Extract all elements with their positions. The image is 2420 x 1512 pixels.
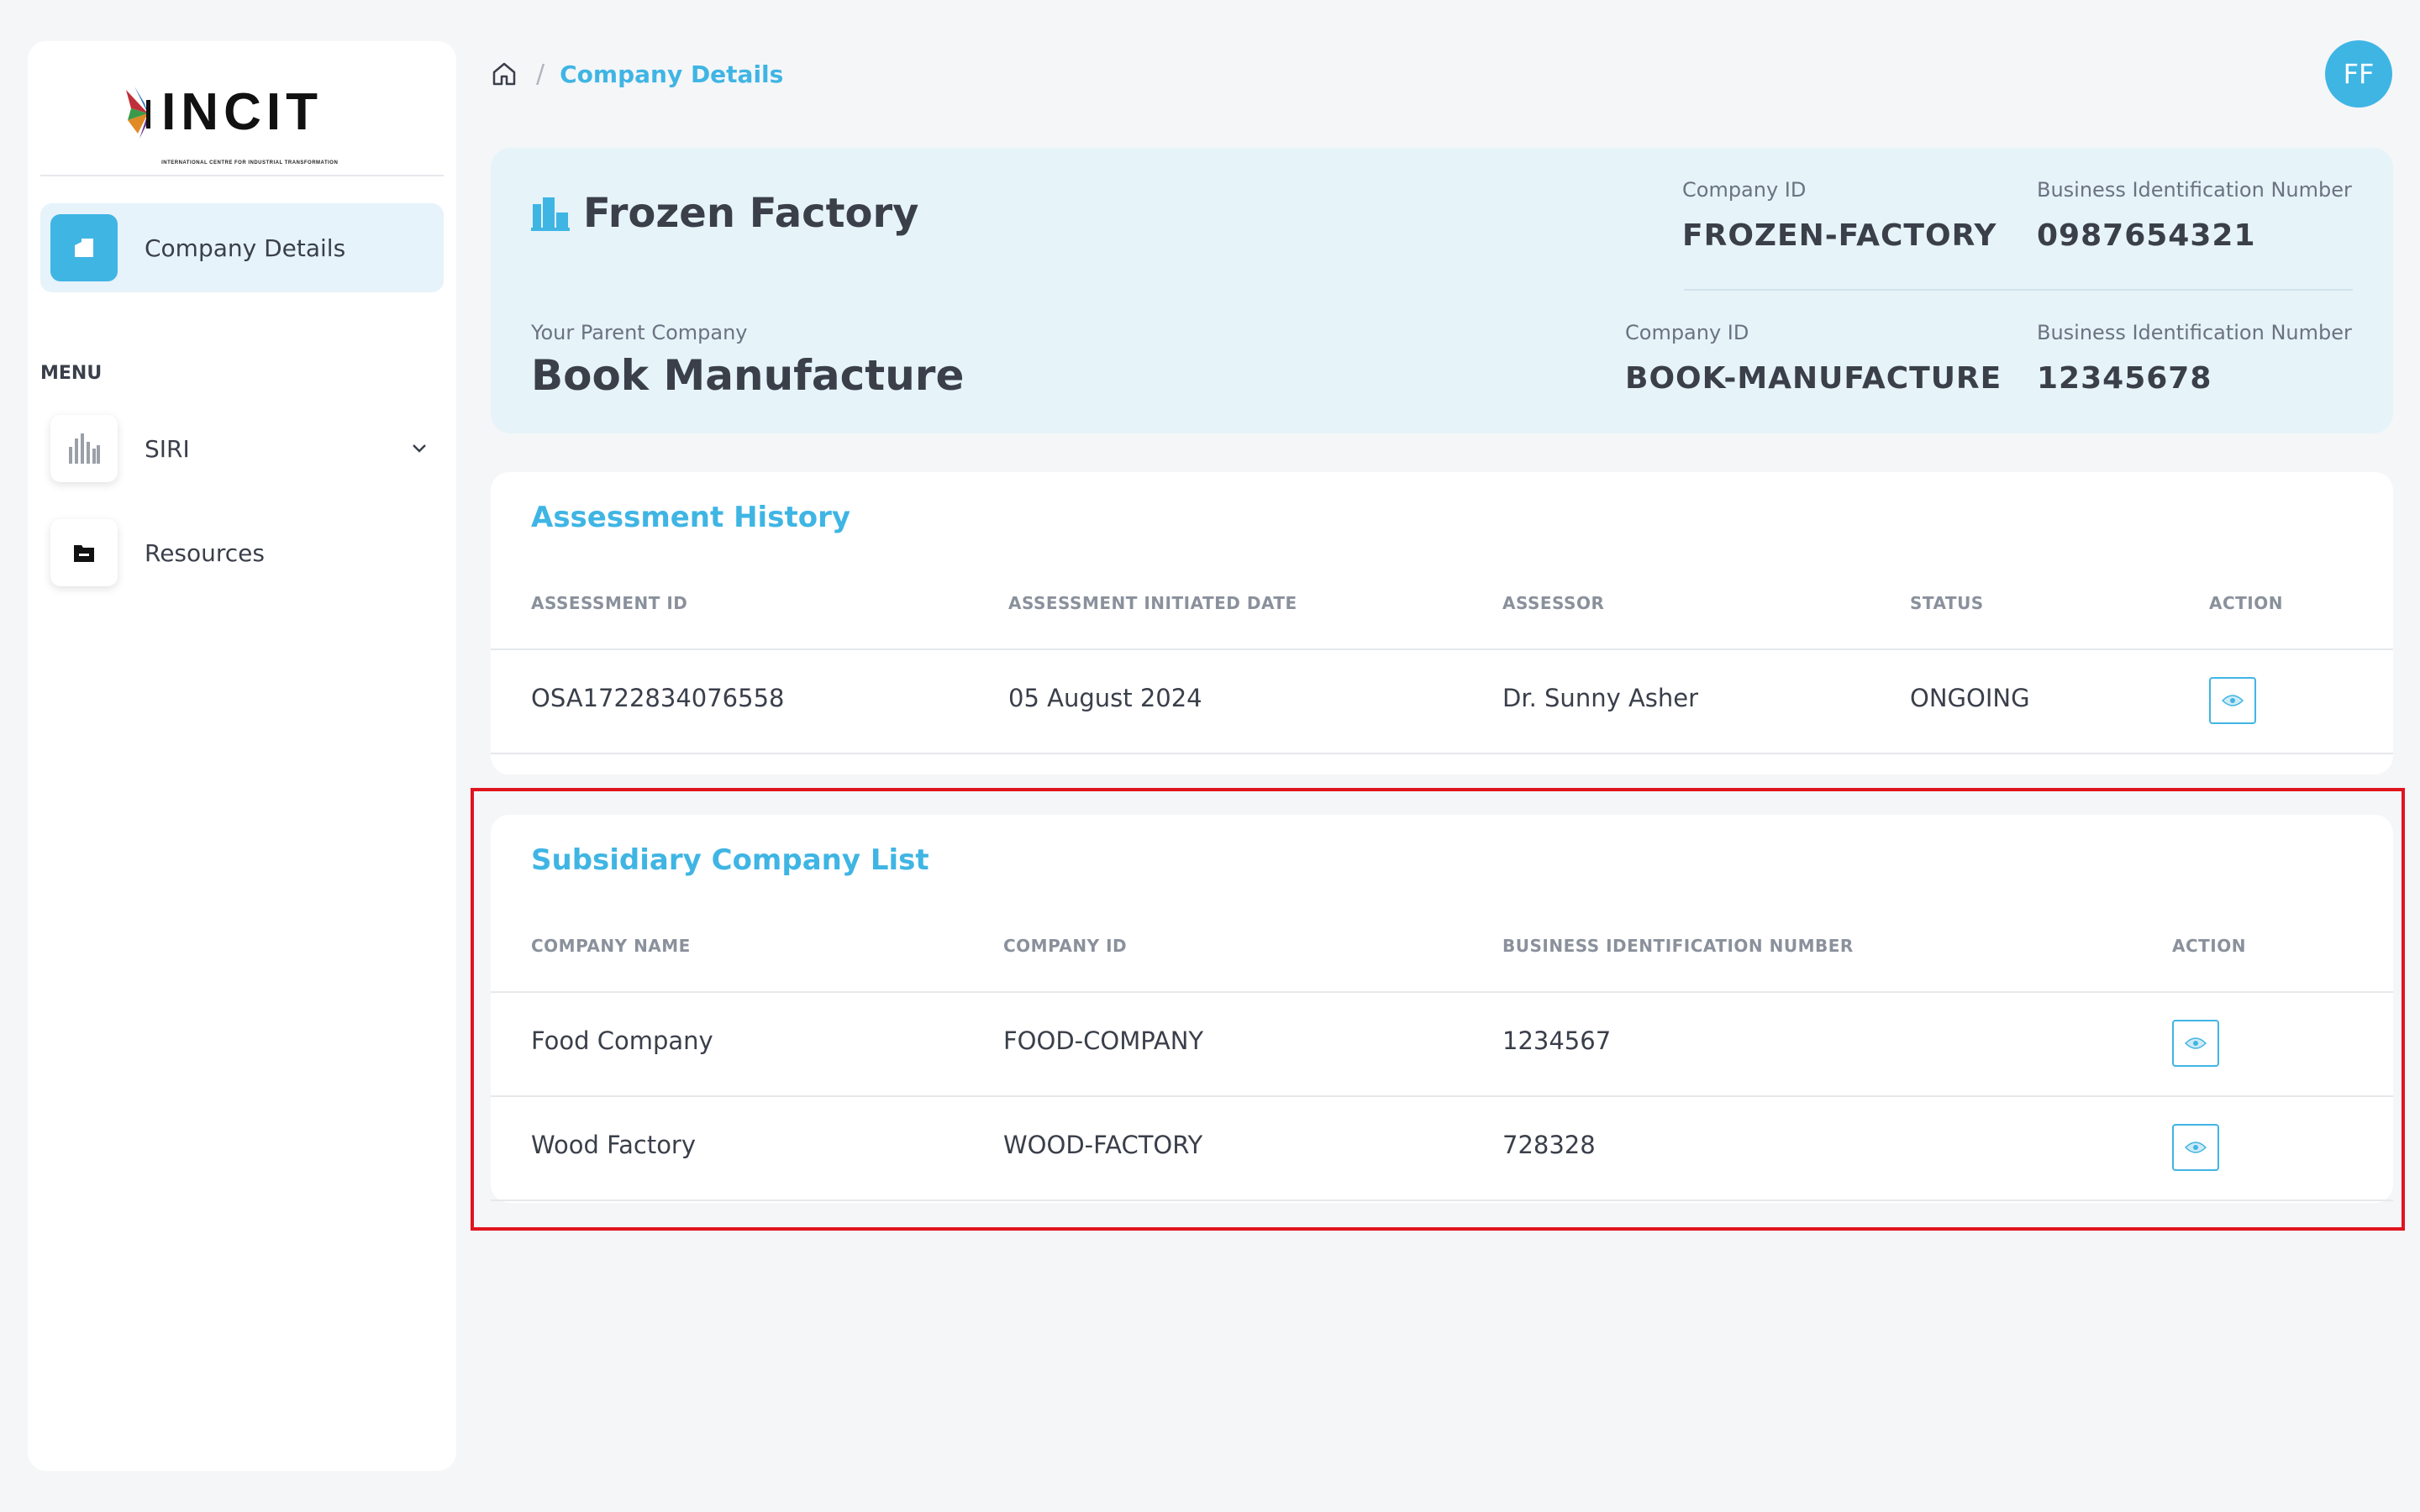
- bin-label: Business Identification Number: [2037, 178, 2352, 202]
- subsidiary-company-panel: Subsidiary Company List COMPANY NAME COM…: [491, 815, 2393, 1203]
- view-subsidiary-button[interactable]: [2172, 1124, 2219, 1171]
- column-header: BUSINESS IDENTIFICATION NUMBER: [1502, 936, 1854, 956]
- column-header: ACTION: [2209, 593, 2283, 613]
- row-divider: [491, 753, 2393, 754]
- column-header: ASSESSMENT ID: [531, 593, 688, 613]
- company-info-card: Frozen Factory Company ID FROZEN-FACTORY…: [491, 148, 2393, 433]
- column-header: STATUS: [1910, 593, 1984, 613]
- breadcrumb-current[interactable]: Company Details: [560, 60, 783, 88]
- company-id-value: FROZEN-FACTORY: [1682, 218, 1997, 253]
- row-divider: [491, 1200, 2393, 1201]
- eye-icon: [2185, 1142, 2207, 1153]
- avatar[interactable]: FF: [2325, 40, 2392, 108]
- menu-heading: MENU: [40, 363, 103, 384]
- row-divider: [491, 991, 2393, 993]
- assessor-cell: Dr. Sunny Asher: [1502, 684, 1699, 712]
- bin-cell: 1234567: [1502, 1026, 1612, 1055]
- breadcrumb-separator: /: [536, 59, 545, 89]
- sidebar-item-label: SIRI: [145, 434, 190, 463]
- subsidiary-list-title: Subsidiary Company List: [531, 843, 929, 877]
- assessment-history-panel: Assessment History ASSESSMENT ID ASSESSM…: [491, 472, 2393, 774]
- parent-company-name: Book Manufacture: [531, 351, 965, 400]
- parent-company-label: Your Parent Company: [531, 321, 748, 344]
- building-icon: [50, 214, 118, 281]
- column-header: COMPANY ID: [1003, 936, 1128, 956]
- assessment-date-cell: 05 August 2024: [1008, 684, 1202, 712]
- logo-subtitle: INTERNATIONAL CENTRE FOR INDUSTRIAL TRAN…: [161, 160, 339, 165]
- bin-cell: 728328: [1502, 1131, 1596, 1159]
- eye-icon: [2185, 1037, 2207, 1049]
- sidebar-item-label: Company Details: [145, 234, 346, 262]
- company-name: Frozen Factory: [583, 190, 919, 237]
- parent-bin-value: 12345678: [2037, 361, 2212, 396]
- company-name-cell: Wood Factory: [531, 1131, 697, 1159]
- company-id-cell: FOOD-COMPANY: [1003, 1026, 1204, 1055]
- company-id-cell: WOOD-FACTORY: [1003, 1131, 1203, 1159]
- bar-chart-icon: [50, 415, 118, 482]
- logo-text: INCIT: [161, 83, 323, 141]
- sidebar-item-siri[interactable]: SIRI: [40, 413, 444, 484]
- column-header: ACTION: [2172, 936, 2246, 956]
- column-header: ASSESSOR: [1502, 593, 1605, 613]
- assessment-history-title: Assessment History: [531, 501, 850, 534]
- sidebar: INCIT INTERNATIONAL CENTRE FOR INDUSTRIA…: [28, 41, 456, 1471]
- sidebar-item-label: Resources: [145, 538, 265, 567]
- card-divider: [1684, 289, 2353, 291]
- sidebar-divider: [40, 175, 444, 176]
- home-icon[interactable]: [491, 60, 518, 87]
- parent-bin-label: Business Identification Number: [2037, 321, 2352, 344]
- company-title: Frozen Factory: [531, 190, 918, 237]
- sidebar-item-resources[interactable]: Resources: [40, 517, 444, 588]
- logo[interactable]: INCIT INTERNATIONAL CENTRE FOR INDUSTRIA…: [28, 75, 456, 165]
- assessment-id-cell: OSA1722834076558: [531, 684, 785, 712]
- status-cell: ONGOING: [1910, 684, 2030, 712]
- bin-value: 0987654321: [2037, 218, 2256, 253]
- folder-icon: [50, 519, 118, 586]
- row-divider: [491, 648, 2393, 650]
- view-assessment-button[interactable]: [2209, 677, 2256, 724]
- view-subsidiary-button[interactable]: [2172, 1020, 2219, 1067]
- company-id-label: Company ID: [1682, 178, 1807, 202]
- sidebar-item-company-details[interactable]: Company Details: [40, 203, 444, 292]
- row-divider: [491, 1095, 2393, 1097]
- breadcrumb: / Company Details: [491, 57, 783, 91]
- parent-company-id-label: Company ID: [1625, 321, 1749, 344]
- eye-icon: [2222, 695, 2244, 706]
- butterfly-logo-icon: [126, 87, 151, 139]
- building-icon: [531, 197, 570, 231]
- column-header: COMPANY NAME: [531, 936, 691, 956]
- column-header: ASSESSMENT INITIATED DATE: [1008, 593, 1297, 613]
- company-name-cell: Food Company: [531, 1026, 713, 1055]
- parent-company-id-value: BOOK-MANUFACTURE: [1625, 361, 2002, 396]
- chevron-down-icon[interactable]: [410, 438, 429, 457]
